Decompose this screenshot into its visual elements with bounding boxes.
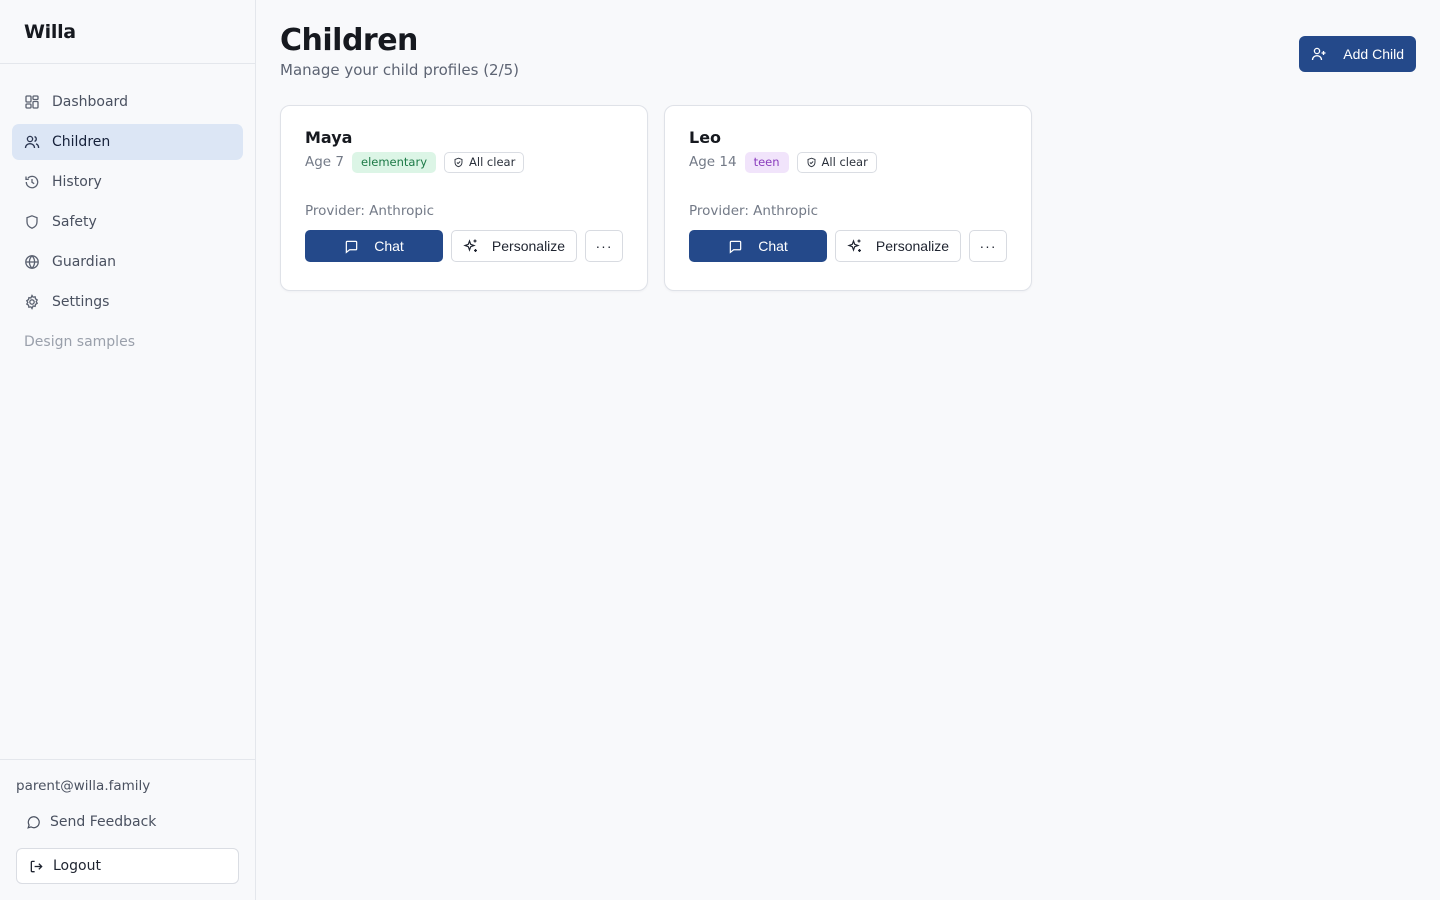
status-label: All clear (469, 155, 516, 169)
child-card-maya: Maya Age 7 elementary All clear Provider… (280, 105, 648, 291)
level-badge: teen (744, 151, 789, 173)
child-meta: Age 14 teen All clear (689, 151, 1007, 173)
child-age: Age 7 (305, 154, 344, 170)
sidebar-item-label: Safety (52, 214, 97, 230)
sidebar: Willa Dashboard Children History Safety … (0, 0, 256, 900)
user-email: parent@willa.family (16, 778, 151, 794)
users-icon (24, 134, 40, 150)
more-options-button[interactable]: ··· (969, 230, 1007, 262)
message-circle-icon (26, 815, 41, 830)
user-plus-icon (1311, 46, 1327, 62)
chat-label: Chat (758, 238, 788, 254)
child-name: Leo (689, 128, 722, 147)
sidebar-footer: parent@willa.family Send Feedback Logout (0, 759, 255, 900)
level-badge: elementary (352, 151, 437, 173)
send-feedback-button[interactable]: Send Feedback (16, 808, 239, 836)
child-age: Age 14 (689, 154, 737, 170)
status-label: All clear (821, 155, 868, 169)
provider-label: Provider: Anthropic (305, 203, 435, 219)
personalize-button[interactable]: Personalize (835, 230, 961, 262)
shield-check-icon (453, 157, 464, 168)
app-shell: Willa Dashboard Children History Safety … (0, 0, 1440, 900)
sparkles-icon (847, 238, 863, 254)
gear-icon (24, 294, 40, 310)
status-badge: All clear (444, 151, 525, 173)
page-title: Children (280, 23, 418, 58)
more-options-button[interactable]: ··· (585, 230, 623, 262)
sidebar-item-guardian[interactable]: Guardian (12, 244, 243, 280)
more-icon: ··· (979, 238, 997, 254)
chat-button[interactable]: Chat (689, 230, 827, 262)
sidebar-item-children[interactable]: Children (12, 124, 243, 160)
sidebar-item-label: Guardian (52, 254, 117, 270)
sidebar-nav: Dashboard Children History Safety Guardi… (0, 64, 255, 759)
sidebar-item-history[interactable]: History (12, 164, 243, 200)
sidebar-item-label: Dashboard (52, 94, 128, 110)
page-header: Children Manage your child profiles (2/5… (280, 22, 1416, 79)
dashboard-icon (24, 94, 40, 110)
personalize-label: Personalize (875, 238, 950, 254)
message-square-icon (728, 239, 743, 254)
sidebar-item-dashboard[interactable]: Dashboard (12, 84, 243, 120)
design-samples-link[interactable]: Design samples (12, 324, 243, 360)
provider-label: Provider: Anthropic (689, 203, 819, 219)
logout-button[interactable]: Logout (16, 848, 239, 884)
children-list: Maya Age 7 elementary All clear Provider… (280, 105, 1416, 291)
child-card-leo: Leo Age 14 teen All clear Provider: Anth… (664, 105, 1032, 291)
child-name: Maya (305, 128, 353, 147)
message-square-icon (344, 239, 359, 254)
sidebar-item-safety[interactable]: Safety (12, 204, 243, 240)
shield-icon (24, 214, 40, 230)
logout-label: Logout (53, 858, 101, 874)
sidebar-item-settings[interactable]: Settings (12, 284, 243, 320)
shield-check-icon (806, 157, 817, 168)
sparkles-icon (463, 238, 479, 254)
sidebar-item-label: Settings (52, 294, 110, 310)
page-subtitle: Manage your child profiles (2/5) (280, 61, 520, 79)
sidebar-item-label: Children (52, 134, 111, 150)
history-icon (24, 174, 40, 190)
add-child-button[interactable]: Add Child (1299, 36, 1416, 72)
main-content: Children Manage your child profiles (2/5… (256, 0, 1440, 900)
personalize-label: Personalize (491, 238, 566, 254)
chat-button[interactable]: Chat (305, 230, 443, 262)
sidebar-item-label: History (52, 174, 102, 190)
card-actions: Chat Personalize ··· (689, 230, 1007, 262)
send-feedback-label: Send Feedback (50, 814, 157, 830)
card-actions: Chat Personalize ··· (305, 230, 623, 262)
child-meta: Age 7 elementary All clear (305, 151, 623, 173)
brand-logo[interactable]: Willa (0, 0, 255, 64)
globe-icon (24, 254, 40, 270)
status-badge: All clear (796, 151, 877, 173)
chat-label: Chat (374, 238, 404, 254)
logout-icon (29, 859, 44, 874)
add-child-label: Add Child (1343, 46, 1404, 62)
personalize-button[interactable]: Personalize (451, 230, 577, 262)
more-icon: ··· (595, 238, 613, 254)
